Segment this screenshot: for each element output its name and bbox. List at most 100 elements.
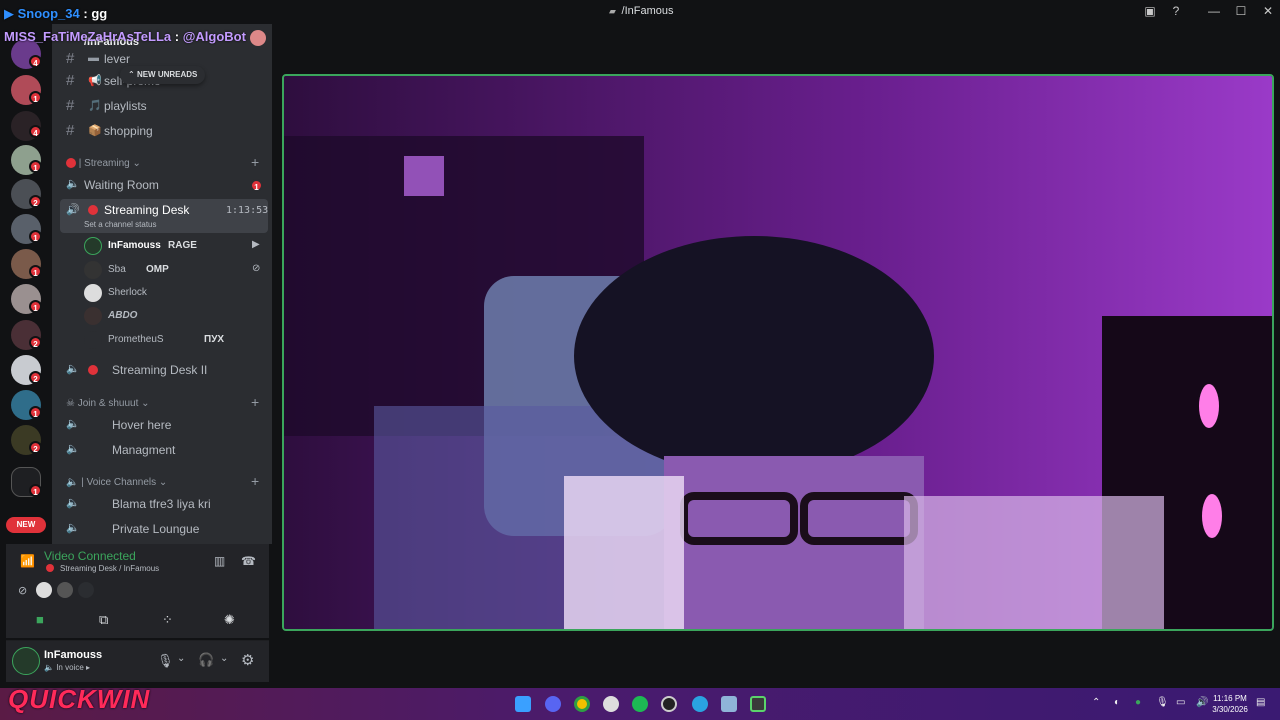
call-timer: 1:13:53 — [226, 205, 269, 216]
window-titlebar: ▰/InFamous ▣ ? — ☐ ✕ — [0, 0, 1280, 24]
soundboard-button[interactable]: ✺ — [224, 612, 235, 628]
new-unreads-pill[interactable]: ⌃ NEW UNREADS — [120, 66, 206, 84]
notification-icon[interactable]: ▤ — [1256, 697, 1265, 708]
server-badge: 1 — [29, 300, 42, 313]
server-badge: 1 — [29, 265, 42, 278]
speaker-icon: 🔈 — [66, 497, 80, 509]
hash-icon: # — [66, 122, 75, 139]
server-badge: 2 — [29, 441, 42, 454]
obs-icon[interactable] — [603, 696, 619, 712]
server-badge: 4 — [29, 55, 42, 68]
category-voice[interactable]: 🔈 | Voice Channels ⌄ — [66, 477, 167, 488]
webcam-video — [284, 76, 1272, 629]
activities-button[interactable]: ⁘ — [162, 612, 173, 628]
server-badge: 2 — [29, 195, 42, 208]
channel-emoji: ▬ — [88, 52, 99, 64]
screen-share-button[interactable]: ⧉ — [99, 612, 108, 628]
voice-channel-item[interactable]: 🔈 Managment — [52, 439, 272, 461]
voice-channel-waiting-room[interactable]: 🔈 Waiting Room 1 — [52, 174, 272, 196]
avatar — [84, 284, 102, 302]
red-dot-icon — [88, 365, 98, 375]
chevron-up-icon[interactable]: ⌃ — [1092, 697, 1100, 708]
discord-icon: ▰ — [609, 6, 616, 16]
avatar — [84, 261, 102, 279]
disconnect-icon[interactable]: ☎ — [241, 554, 256, 568]
help-icon[interactable]: ? — [1166, 4, 1186, 18]
channel-item[interactable]: # 🎵 playlists — [52, 95, 272, 117]
speaker-icon: 🔈 — [66, 418, 80, 430]
telegram-icon[interactable] — [692, 696, 708, 712]
watermark-logo: QUICKWIN — [8, 684, 151, 714]
hash-icon: # — [66, 72, 75, 89]
chevron-down-icon[interactable]: ⌄ — [177, 653, 185, 664]
tray-app-icon[interactable]: ◐ — [1114, 697, 1120, 708]
voice-channel-item[interactable]: 🔈 Hover here — [52, 414, 272, 436]
hash-icon: # — [66, 97, 75, 114]
add-channel-button[interactable]: + — [251, 473, 259, 489]
microphone-icon[interactable]: 🎙 — [1156, 697, 1169, 708]
close-button[interactable]: ✕ — [1258, 4, 1278, 18]
discord-icon[interactable] — [545, 696, 561, 712]
volume-icon[interactable]: 🔊 — [1196, 697, 1208, 708]
new-servers-pill[interactable]: NEW — [6, 517, 46, 533]
channel-item[interactable]: # 📦 shopping — [52, 120, 272, 142]
network-icon[interactable]: ▭ — [1176, 697, 1185, 708]
channel-emoji: 🎵 — [88, 100, 102, 112]
hash-icon: # — [66, 50, 75, 67]
video-stream-tile[interactable] — [282, 74, 1274, 631]
voice-channel-item[interactable]: 🔈 Private Loungue — [52, 518, 272, 540]
app-icon[interactable] — [750, 696, 766, 712]
signal-icon[interactable]: 📶 — [20, 554, 35, 568]
windows-start-icon[interactable] — [515, 696, 531, 712]
avatar — [249, 29, 266, 46]
server-badge: 4 — [29, 125, 42, 138]
microphone-icon[interactable]: 🎙 — [157, 653, 174, 669]
gear-icon[interactable]: ⚙ — [241, 651, 254, 669]
muted-icon: ⊘ — [18, 585, 28, 597]
red-dot-icon — [66, 158, 76, 169]
voice-member[interactable]: ABDO — [84, 306, 268, 326]
speaker-icon: 🔈 — [66, 477, 79, 488]
category-streaming[interactable]: | Streaming ⌄ — [66, 158, 141, 169]
channel-status-hint[interactable]: Set a channel status — [84, 220, 157, 229]
spotify-icon[interactable] — [632, 696, 648, 712]
server-badge: 1 — [29, 406, 42, 419]
category-join[interactable]: ☠ Join & shuuut ⌄ — [66, 398, 150, 409]
minimize-button[interactable]: — — [1204, 4, 1224, 18]
noise-suppression-icon[interactable]: ▥ — [214, 554, 225, 568]
avatar[interactable] — [12, 647, 40, 675]
user-status: 🔈 In voice ▸ — [44, 663, 91, 672]
chrome-icon[interactable] — [574, 696, 590, 712]
voice-member[interactable]: Sherlock — [84, 283, 268, 303]
voice-location[interactable]: Streaming Desk / InFamous — [60, 564, 159, 573]
channel-emoji: 📢 — [88, 75, 102, 87]
headphones-icon[interactable]: 🎧 — [198, 652, 214, 668]
voice-member[interactable]: PrometheuS ПУХ — [84, 330, 268, 350]
overlay-chat-line: MISS_FaTiMeZaHrAsTeLLa : @AlgoBot — [4, 29, 266, 46]
voice-channel-item[interactable]: 🔈 Blama tfre3 liya kri — [52, 493, 272, 515]
server-rail: 4 1 4 1 2 1 1 1 2 2 1 2 1 NEW — [0, 24, 52, 544]
maximize-button[interactable]: ☐ — [1231, 4, 1251, 18]
avatar — [57, 582, 73, 598]
voice-member[interactable]: InFamouss RAGE ▶ — [84, 236, 268, 256]
speaker-icon: 🔊 — [66, 204, 80, 216]
chevron-down-icon[interactable]: ⌄ — [220, 653, 228, 664]
add-channel-button[interactable]: + — [251, 154, 259, 170]
voice-member[interactable]: Sba OMP ⊘ — [84, 260, 268, 280]
camera-button[interactable]: ■ — [36, 612, 44, 627]
inbox-icon[interactable]: ▣ — [1140, 4, 1160, 18]
clock[interactable]: 11:16 PM 3/30/2026 — [1210, 693, 1250, 715]
voice-channel-streaming-desk-2[interactable]: 🔈 Streaming Desk II — [52, 359, 272, 381]
voice-channel-streaming-desk[interactable]: 🔊 Streaming Desk 1:13:53 Set a channel s… — [60, 199, 268, 233]
chat-icon: ▶ — [4, 6, 14, 21]
avatar — [78, 582, 94, 598]
steam-icon[interactable] — [661, 696, 677, 712]
tray-discord-icon[interactable]: ● — [1135, 697, 1141, 708]
window-title: ▰/InFamous — [0, 5, 1280, 17]
app-icon[interactable] — [721, 696, 737, 712]
server-badge: 1 — [29, 484, 42, 497]
add-channel-button[interactable]: + — [251, 394, 259, 410]
speaker-icon: 🔈 — [66, 522, 80, 534]
avatar — [84, 307, 102, 325]
username[interactable]: InFamouss — [44, 649, 102, 661]
